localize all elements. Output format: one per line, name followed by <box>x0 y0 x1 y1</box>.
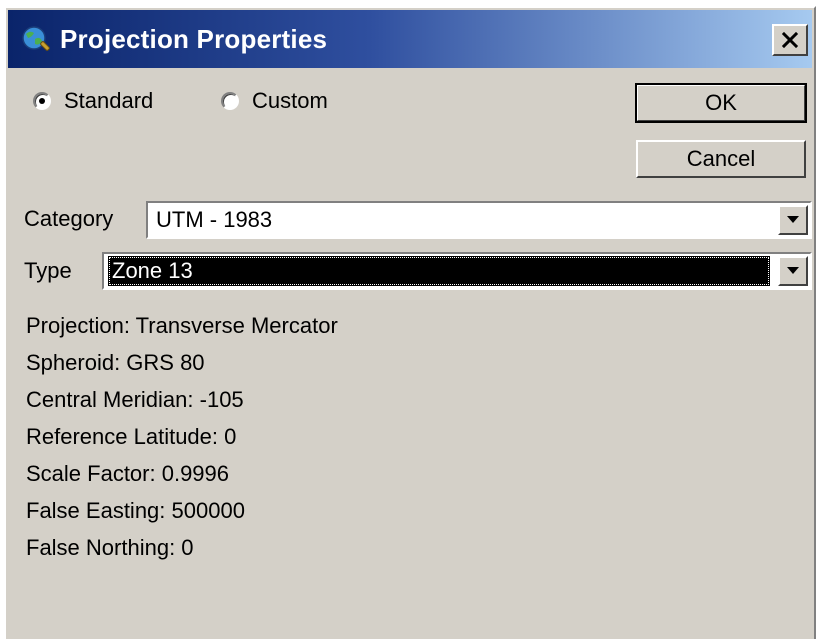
projection-properties-dialog: Projection Properties Standard Custom OK… <box>4 6 816 639</box>
central-meridian-info: Central Meridian: -105 <box>26 387 244 412</box>
scale-factor-info: Scale Factor: 0.9996 <box>26 461 230 486</box>
category-dropdown-button[interactable] <box>778 205 808 235</box>
spheroid-info: Spheroid: GRS 80 <box>26 350 205 375</box>
close-button[interactable] <box>772 24 808 56</box>
false-northing-info: False Northing: 0 <box>26 535 194 560</box>
custom-radio[interactable] <box>221 92 239 110</box>
category-label: Category <box>24 206 114 231</box>
category-value: UTM - 1983 <box>156 207 273 232</box>
type-label: Type <box>24 258 72 283</box>
cancel-button[interactable]: Cancel <box>636 140 806 178</box>
standard-radio[interactable] <box>33 92 51 110</box>
type-dropdown-button[interactable] <box>778 256 808 286</box>
false-easting-info: False Easting: 500000 <box>26 498 245 523</box>
globe-icon <box>22 26 50 51</box>
standard-radio-label[interactable]: Standard <box>64 88 153 114</box>
type-value: Zone 13 <box>108 256 770 286</box>
radio-selected-dot <box>39 98 45 104</box>
category-select[interactable]: UTM - 1983 <box>146 201 812 239</box>
type-select[interactable]: Zone 13 <box>102 252 812 290</box>
close-icon <box>782 32 798 48</box>
projection-info: Projection: Transverse Mercator <box>26 313 338 338</box>
custom-radio-label[interactable]: Custom <box>252 88 328 114</box>
reference-latitude-info: Reference Latitude: 0 <box>26 424 237 449</box>
chevron-down-icon <box>787 216 799 223</box>
cancel-button-label: Cancel <box>686 146 756 171</box>
ok-button[interactable]: OK <box>635 83 807 123</box>
window-title: Projection Properties <box>60 24 328 54</box>
title-bar[interactable]: Projection Properties <box>8 10 812 68</box>
ok-button-label: OK <box>705 90 737 115</box>
chevron-down-icon <box>787 267 799 274</box>
